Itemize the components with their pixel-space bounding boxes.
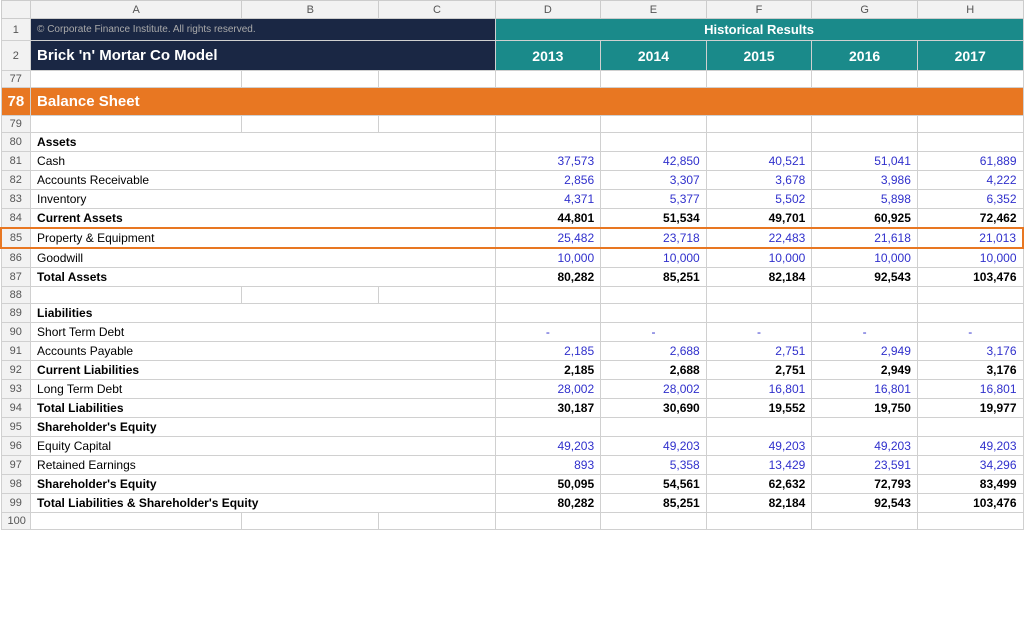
historical-results-header: Historical Results — [495, 19, 1023, 41]
balance-sheet-label: Balance Sheet — [31, 88, 1023, 116]
long-term-debt-label: Long Term Debt — [31, 380, 496, 399]
retained-earnings-row: 97 Retained Earnings 893 5,358 13,429 23… — [1, 456, 1023, 475]
goodwill-label: Goodwill — [31, 248, 496, 268]
ar-label: Accounts Receivable — [31, 171, 496, 190]
year-2015: 2015 — [706, 41, 812, 71]
accounts-payable-row: 91 Accounts Payable 2,185 2,688 2,751 2,… — [1, 342, 1023, 361]
liabilities-label: Liabilities — [31, 304, 496, 323]
cash-2016: 51,041 — [812, 152, 918, 171]
long-term-debt-row: 93 Long Term Debt 28,002 28,002 16,801 1… — [1, 380, 1023, 399]
shareholders-equity-label: Shareholder's Equity — [31, 475, 496, 494]
corner-cell — [1, 1, 31, 19]
copyright-cell: © Corporate Finance Institute. All right… — [31, 19, 496, 41]
goodwill-row: 86 Goodwill 10,000 10,000 10,000 10,000 … — [1, 248, 1023, 268]
ar-row: 82 Accounts Receivable 2,856 3,307 3,678… — [1, 171, 1023, 190]
row-num-1: 1 — [1, 19, 31, 41]
col-header-a: A — [31, 1, 242, 19]
cash-2015: 40,521 — [706, 152, 812, 171]
cash-2017: 61,889 — [917, 152, 1023, 171]
year-2014: 2014 — [601, 41, 707, 71]
cash-row: 81 Cash 37,573 42,850 40,521 51,041 61,8… — [1, 152, 1023, 171]
total-liabilities-row: 94 Total Liabilities 30,187 30,690 19,55… — [1, 399, 1023, 418]
total-liabilities-equity-label: Total Liabilities & Shareholder's Equity — [31, 494, 496, 513]
short-term-debt-label: Short Term Debt — [31, 323, 496, 342]
year-2013: 2013 — [495, 41, 601, 71]
cash-label: Cash — [31, 152, 496, 171]
inventory-label: Inventory — [31, 190, 496, 209]
assets-label: Assets — [31, 133, 496, 152]
liabilities-header-row: 89 Liabilities — [1, 304, 1023, 323]
col-header-c: C — [379, 1, 495, 19]
cash-2013: 37,573 — [495, 152, 601, 171]
total-assets-row: 87 Total Assets 80,282 85,251 82,184 92,… — [1, 268, 1023, 287]
row-79: 79 — [1, 116, 1023, 133]
col-header-g: G — [812, 1, 918, 19]
short-term-debt-row: 90 Short Term Debt - - - - - — [1, 323, 1023, 342]
balance-sheet-header-row: 78 Balance Sheet — [1, 88, 1023, 116]
total-liabilities-equity-row: 99 Total Liabilities & Shareholder's Equ… — [1, 494, 1023, 513]
current-liabilities-label: Current Liabilities — [31, 361, 496, 380]
current-liabilities-row: 92 Current Liabilities 2,185 2,688 2,751… — [1, 361, 1023, 380]
property-equipment-row: 85 Property & Equipment 25,482 23,718 22… — [1, 228, 1023, 248]
equity-header-row: 95 Shareholder's Equity — [1, 418, 1023, 437]
row-77: 77 — [1, 71, 1023, 88]
col-header-h: H — [917, 1, 1023, 19]
year-2016: 2016 — [812, 41, 918, 71]
year-2017: 2017 — [917, 41, 1023, 71]
assets-header-row: 80 Assets — [1, 133, 1023, 152]
spreadsheet: A B C D E F G H 1 © Corporate Finance In… — [0, 0, 1024, 530]
row-num-2: 2 — [1, 41, 31, 71]
total-assets-label: Total Assets — [31, 268, 496, 287]
accounts-payable-label: Accounts Payable — [31, 342, 496, 361]
equity-capital-label: Equity Capital — [31, 437, 496, 456]
cash-2014: 42,850 — [601, 152, 707, 171]
total-liabilities-label: Total Liabilities — [31, 399, 496, 418]
col-header-f: F — [706, 1, 812, 19]
model-title: Brick 'n' Mortar Co Model — [31, 41, 496, 71]
current-assets-label: Current Assets — [31, 209, 496, 229]
row-2: 2 Brick 'n' Mortar Co Model 2013 2014 20… — [1, 41, 1023, 71]
row-1: 1 © Corporate Finance Institute. All rig… — [1, 19, 1023, 41]
col-header-d: D — [495, 1, 601, 19]
current-assets-row: 84 Current Assets 44,801 51,534 49,701 6… — [1, 209, 1023, 229]
col-header-e: E — [601, 1, 707, 19]
inventory-row: 83 Inventory 4,371 5,377 5,502 5,898 6,3… — [1, 190, 1023, 209]
equity-section-label: Shareholder's Equity — [31, 418, 496, 437]
property-equipment-label: Property & Equipment — [31, 228, 496, 248]
row-100: 100 — [1, 513, 1023, 530]
col-header-b: B — [242, 1, 379, 19]
shareholders-equity-row: 98 Shareholder's Equity 50,095 54,561 62… — [1, 475, 1023, 494]
retained-earnings-label: Retained Earnings — [31, 456, 496, 475]
column-header-row: A B C D E F G H — [1, 1, 1023, 19]
row-88: 88 — [1, 287, 1023, 304]
equity-capital-row: 96 Equity Capital 49,203 49,203 49,203 4… — [1, 437, 1023, 456]
